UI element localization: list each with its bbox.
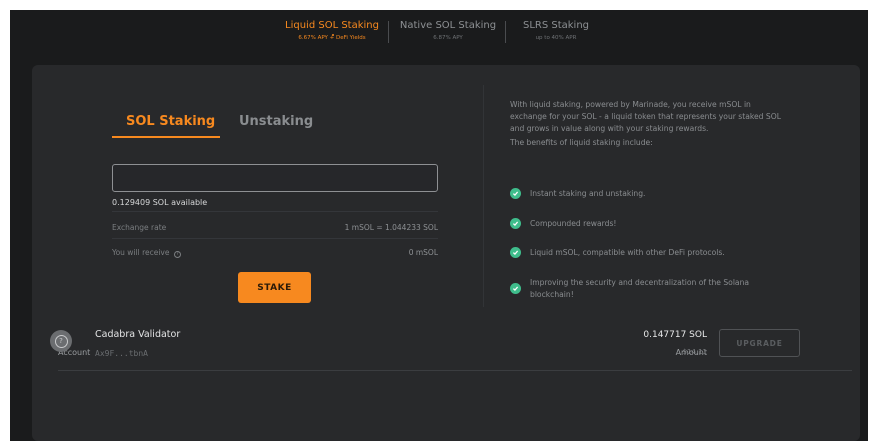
tab-title: Liquid SOL Staking (285, 20, 379, 31)
tab-subtitle: up to 40% APR (535, 35, 577, 41)
tab-underline (112, 136, 220, 138)
validator-name: Cadabra Validator (95, 329, 181, 340)
exchange-rate-value: 1 mSOL = 1.044233 SOL (344, 223, 438, 232)
benefit-text: Improving the security and decentralizat… (530, 278, 750, 299)
receive-label: You will receive ? (112, 248, 181, 258)
tab-subtitle: 6.87% APY (433, 35, 463, 41)
help-icon[interactable]: ? (173, 251, 181, 258)
tab-sol-staking[interactable]: SOL Staking (126, 114, 215, 129)
upgrade-button[interactable]: UPGRADE (719, 329, 800, 357)
receive-label-text: You will receive (112, 248, 170, 257)
stake-usd-value: $14.11 (682, 348, 708, 356)
active-tab-indicator (332, 34, 334, 36)
staking-panel: SOL Staking Unstaking 0.129409 SOL avail… (32, 65, 860, 441)
tab-title: Native SOL Staking (399, 20, 497, 31)
tab-separator (388, 21, 389, 43)
check-circle-icon (510, 283, 521, 294)
stake-amount: 0.147717 SOL (643, 330, 707, 340)
receive-value: 0 mSOL (408, 248, 438, 257)
divider (112, 211, 438, 212)
info-text: With liquid staking, powered by Marinade… (510, 99, 785, 151)
panel-divider (483, 85, 484, 307)
benefit-text: Liquid mSOL, compatible with other DeFi … (530, 248, 725, 257)
benefit-text: Instant staking and unstaking. (530, 189, 646, 198)
divider (112, 238, 438, 239)
tab-unstaking[interactable]: Unstaking (239, 114, 313, 129)
tab-liquid-sol-staking[interactable]: Liquid SOL Staking 6.67% APY + DeFi Yiel… (280, 20, 384, 41)
benefit-item: Improving the security and decentralizat… (510, 277, 770, 301)
info-intro: With liquid staking, powered by Marinade… (510, 100, 781, 133)
check-circle-icon (510, 247, 521, 258)
validator-address: Ax9F...tbnA (95, 349, 148, 358)
benefits-title: The benefits of liquid staking include: (510, 138, 653, 147)
tab-separator (505, 21, 506, 43)
app-frame: Liquid SOL Staking 6.67% APY + DeFi Yiel… (10, 10, 868, 441)
benefit-item: Instant staking and unstaking. (510, 188, 775, 200)
stake-amount-input[interactable] (112, 164, 438, 192)
avatar: ? (50, 330, 72, 352)
available-balance: 0.129409 SOL available (112, 198, 208, 207)
benefit-text: Compounded rewards! (530, 219, 617, 228)
table-header-divider (58, 370, 852, 371)
exchange-rate-label: Exchange rate (112, 223, 167, 232)
tab-title: SLRS Staking (522, 20, 590, 31)
check-circle-icon (510, 188, 521, 199)
benefit-item: Liquid mSOL, compatible with other DeFi … (510, 247, 775, 259)
validator-icon: ? (54, 334, 68, 348)
check-circle-icon (510, 218, 521, 229)
stake-button[interactable]: STAKE (238, 272, 311, 303)
benefit-item: Compounded rewards! (510, 218, 775, 230)
tab-native-sol-staking[interactable]: Native SOL Staking 6.87% APY (396, 20, 500, 41)
tab-slrs-staking[interactable]: SLRS Staking up to 40% APR (516, 20, 596, 41)
